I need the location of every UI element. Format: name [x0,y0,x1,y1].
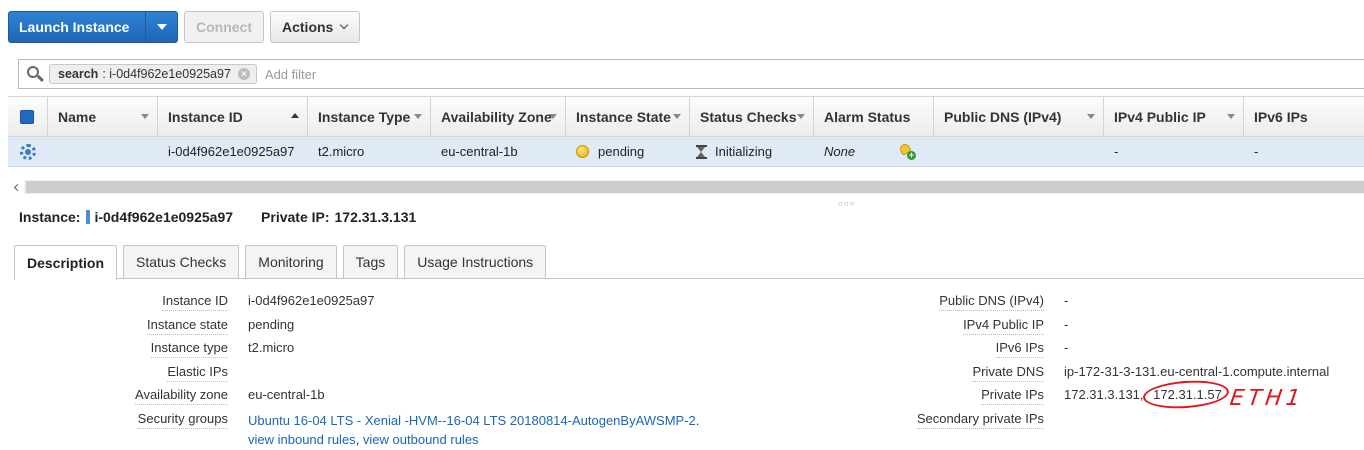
detail-secondary-private-ips: Secondary private IPs [830,411,1064,431]
sort-icon [1227,114,1235,119]
sort-icon [673,114,681,119]
detail-instance-type: Instance type t2.micro [0,340,294,360]
remove-token-icon[interactable]: ✕ [237,68,250,80]
scroll-thumb[interactable] [26,181,1364,193]
detail-ipv6-ips: IPv6 IPs - [830,340,1068,360]
hourglass-icon [696,144,707,159]
column-instance-id[interactable]: Instance ID [158,97,308,136]
security-group-link[interactable]: Ubuntu 16-04 LTS - Xenial -HVM--16-04 LT… [248,413,696,428]
caret-down-icon [156,24,167,30]
sort-icon [414,114,422,119]
column-instance-state[interactable]: Instance State [566,97,690,136]
cell-name [48,137,158,166]
cell-status-checks: Initializing [690,137,814,166]
sort-icon [1087,114,1095,119]
loading-spinner-icon [18,142,38,162]
instances-grid-header: Name Instance ID Instance Type Availabil… [8,96,1364,137]
detail-tabs: Description Status Checks Monitoring Tag… [14,245,1364,280]
filter-token[interactable]: search : i-0d4f962e1e0925a97 ✕ [49,64,257,84]
cell-instance-id: i-0d4f962e1e0925a97 [168,144,295,159]
connect-button[interactable]: Connect [184,11,264,43]
tab-tags[interactable]: Tags [342,245,399,278]
private-ip-value: 172.31.3.131 [334,209,417,225]
column-availability-zone[interactable]: Availability Zone [431,97,566,136]
pane-resize-handle[interactable]: ○○○ [838,199,856,208]
detail-header: Instance: i-0d4f962e1e0925a97 Private IP… [19,208,416,226]
detail-elastic-ips: Elastic IPs [0,364,248,384]
cell-ipv4-public-ip: - [1114,144,1119,159]
tab-usage-instructions[interactable]: Usage Instructions [404,245,547,278]
sort-ascending-icon [291,113,299,118]
scroll-left-icon[interactable] [8,180,24,194]
tab-status-checks[interactable]: Status Checks [123,245,240,278]
chevron-down-icon [340,20,349,30]
search-icon [19,60,49,88]
launch-dropdown-toggle[interactable] [145,12,177,42]
column-public-dns[interactable]: Public DNS (IPv4) [934,97,1104,136]
column-instance-type[interactable]: Instance Type [308,97,431,136]
column-name[interactable]: Name [48,97,158,136]
launch-instance-button[interactable]: Launch Instance [8,11,178,43]
row-status-cell [8,137,48,166]
add-filter-input[interactable] [262,65,563,83]
actions-button[interactable]: Actions [270,11,360,43]
scroll-track[interactable] [24,180,1364,194]
private-ip-label: Private IP: [261,209,330,225]
column-ipv6-ips[interactable]: IPv6 IPs [1244,97,1364,136]
pending-status-icon [576,145,589,158]
tab-monitoring[interactable]: Monitoring [245,245,337,278]
toolbar: Launch Instance Connect Actions [8,11,360,43]
table-row[interactable]: i-0d4f962e1e0925a97 t2.micro eu-central-… [8,137,1364,167]
detail-availability-zone: Availability zone eu-central-1b [0,387,325,407]
column-alarm-status[interactable]: Alarm Status [814,97,934,136]
annotation-text: ETH1 [1228,386,1306,411]
cell-public-dns [934,137,1104,166]
detail-instance-state: Instance state pending [0,317,294,337]
column-ipv4-public-ip[interactable]: IPv4 Public IP [1104,97,1244,136]
view-inbound-rules-link[interactable]: view inbound rules [248,432,356,447]
filter-bar: search : i-0d4f962e1e0925a97 ✕ [18,59,1364,89]
detail-private-dns: Private DNS ip-172-31-3-131.eu-central-1… [830,364,1329,384]
filter-token-value: : i-0d4f962e1e0925a97 [102,67,231,81]
cell-instance-type: t2.micro [318,144,365,159]
view-outbound-rules-link[interactable]: view outbound rules [363,432,479,447]
select-all-checkbox[interactable] [20,109,34,124]
actions-label: Actions [282,19,334,35]
launch-instance-label[interactable]: Launch Instance [9,12,145,42]
sort-icon [141,114,149,119]
instance-value: i-0d4f962e1e0925a97 [94,209,234,225]
instance-label: Instance: [19,209,81,225]
horizontal-scrollbar[interactable] [8,180,1364,194]
select-all-column[interactable] [8,97,48,136]
sort-icon [549,114,557,119]
cell-availability-zone: eu-central-1b [441,144,518,159]
instance-color-marker [86,210,91,224]
detail-security-groups: Security groups Ubuntu 16-04 LTS - Xenia… [137,411,700,447]
detail-instance-id: Instance ID i-0d4f962e1e0925a97 [0,293,375,313]
sort-icon [797,114,805,119]
cell-alarm-status: None + [814,137,934,166]
cell-instance-state: pending [566,137,690,166]
cell-ipv6-ips: - [1254,144,1259,159]
detail-public-dns: Public DNS (IPv4) - [830,293,1068,313]
tab-description[interactable]: Description [14,245,118,280]
detail-ipv4-public-ip: IPv4 Public IP - [830,317,1068,337]
filter-token-key: search [58,67,99,81]
add-alarm-icon[interactable]: + [898,141,916,161]
column-status-checks[interactable]: Status Checks [690,97,814,136]
